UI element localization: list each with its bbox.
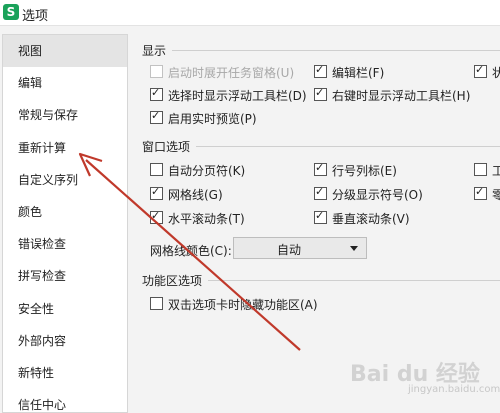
check-mark-icon: ✓ (475, 63, 485, 76)
checkbox-checked[interactable]: ✓ (474, 63, 487, 78)
sidebar: 视图 编辑 常规与保存 重新计算 自定义序列 颜色 错误检查 拼写检查 安全性 … (2, 34, 128, 413)
section-heading-ribbon-options: 功能区选项 (142, 274, 203, 288)
sidebar-item-color[interactable]: 颜色 (3, 196, 127, 228)
checkbox-checked[interactable]: ✓ (314, 86, 327, 101)
check-mark-icon: ✓ (315, 161, 325, 174)
option-horizontal-scrollbar[interactable]: ✓ 水平滚动条(T) (150, 209, 245, 228)
option-status-bar[interactable]: ✓ 状 (474, 63, 500, 82)
sidebar-item-spell-check[interactable]: 拼写检查 (3, 260, 127, 292)
check-mark-icon: ✓ (315, 185, 325, 198)
checkbox-checked[interactable]: ✓ (314, 185, 327, 200)
app-logo-icon: S (3, 4, 19, 20)
option-floating-toolbar-right-click[interactable]: ✓ 右键时显示浮动工具栏(H) (314, 86, 470, 105)
window-title: 选项 (22, 9, 49, 24)
checkbox-checked[interactable]: ✓ (314, 63, 327, 78)
check-mark-icon: ✓ (315, 63, 325, 76)
checkbox-checked[interactable]: ✓ (474, 185, 487, 200)
checkbox-checked[interactable]: ✓ (150, 109, 163, 124)
check-mark-icon: ✓ (315, 209, 325, 222)
option-expand-task-pane[interactable]: 启动时展开任务窗格(U) (150, 64, 294, 82)
checkbox[interactable] (150, 163, 163, 176)
sidebar-item-general-save[interactable]: 常规与保存 (3, 99, 127, 131)
section-divider (172, 50, 500, 51)
watermark-url: jingyan.baidu.com (408, 384, 500, 395)
check-mark-icon: ✓ (151, 109, 161, 122)
option-floating-toolbar-select[interactable]: ✓ 选择时显示浮动工具栏(D) (150, 86, 307, 105)
option-formula-bar[interactable]: ✓ 编辑栏(F) (314, 63, 384, 82)
sidebar-item-new-features[interactable]: 新特性 (3, 357, 127, 389)
gridline-color-select[interactable]: 自动 (233, 237, 367, 259)
check-mark-icon: ✓ (315, 86, 325, 99)
option-zero-values[interactable]: ✓ 零 (474, 185, 500, 204)
option-sheet-tabs[interactable]: 工 (474, 162, 500, 180)
option-row-column-headers[interactable]: ✓ 行号列标(E) (314, 161, 397, 180)
option-auto-page-break[interactable]: 自动分页符(K) (150, 162, 245, 180)
gridline-color-label: 网格线颜色(C): (150, 244, 232, 258)
option-gridlines[interactable]: ✓ 网格线(G) (150, 185, 223, 204)
checkbox[interactable] (150, 65, 163, 78)
sidebar-item-external-content[interactable]: 外部内容 (3, 325, 127, 357)
gridline-color-value: 自动 (276, 243, 301, 257)
checkbox-checked[interactable]: ✓ (314, 209, 327, 224)
checkbox-checked[interactable]: ✓ (150, 86, 163, 101)
sidebar-item-edit[interactable]: 编辑 (3, 67, 127, 99)
sidebar-item-trust-center[interactable]: 信任中心 (3, 389, 127, 412)
sidebar-item-view[interactable]: 视图 (3, 35, 127, 68)
checkbox[interactable] (150, 297, 163, 310)
title-bar: S 选项 (0, 0, 500, 26)
option-outline-symbols[interactable]: ✓ 分级显示符号(O) (314, 185, 423, 204)
check-mark-icon: ✓ (475, 185, 485, 198)
section-divider (196, 146, 500, 147)
option-live-preview[interactable]: ✓ 启用实时预览(P) (150, 109, 257, 128)
check-mark-icon: ✓ (151, 185, 161, 198)
options-panel: 显示 启动时展开任务窗格(U) ✓ 编辑栏(F) ✓ 状 ✓ 选择时显示浮动工具栏(D… (128, 26, 500, 413)
checkbox-checked[interactable]: ✓ (314, 161, 327, 176)
checkbox-checked[interactable]: ✓ (150, 185, 163, 200)
section-heading-display: 显示 (142, 44, 167, 58)
sidebar-item-security[interactable]: 安全性 (3, 293, 127, 325)
sidebar-item-custom-lists[interactable]: 自定义序列 (3, 164, 127, 196)
sidebar-item-error-check[interactable]: 错误检查 (3, 228, 127, 260)
checkbox[interactable] (474, 163, 487, 176)
option-vertical-scrollbar[interactable]: ✓ 垂直滚动条(V) (314, 209, 410, 228)
section-heading-window-options: 窗口选项 (142, 140, 191, 154)
check-mark-icon: ✓ (151, 86, 161, 99)
section-divider (208, 280, 500, 281)
check-mark-icon: ✓ (151, 209, 161, 222)
checkbox-checked[interactable]: ✓ (150, 209, 163, 224)
sidebar-item-recalculate[interactable]: 重新计算 (3, 132, 127, 164)
dropdown-arrow-icon (350, 246, 358, 251)
option-hide-ribbon-double-click[interactable]: 双击选项卡时隐藏功能区(A) (150, 296, 318, 314)
